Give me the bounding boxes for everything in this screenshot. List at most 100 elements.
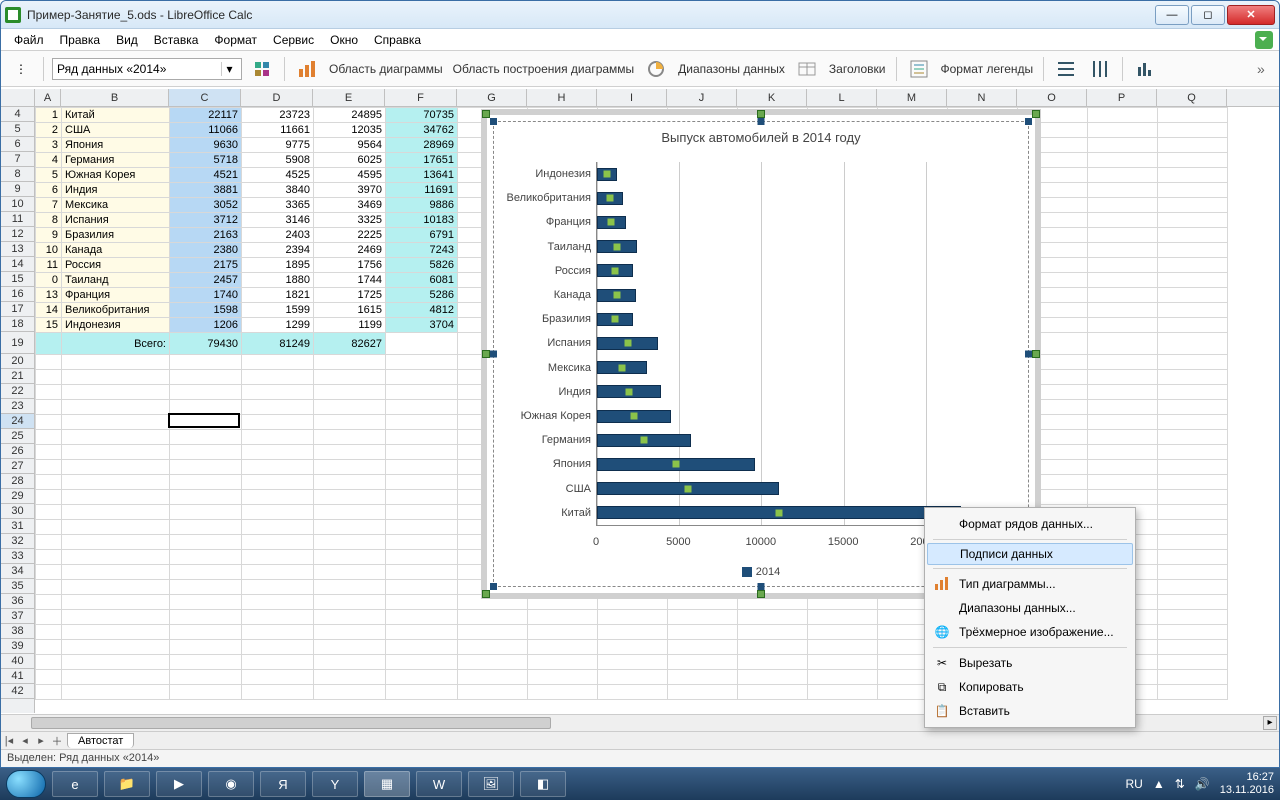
axis-scale-icon[interactable]: [1131, 55, 1159, 83]
column-header-B[interactable]: B: [61, 89, 169, 106]
row-header-38[interactable]: 38: [1, 624, 34, 639]
chart-bar[interactable]: [597, 434, 691, 447]
column-header-K[interactable]: K: [737, 89, 807, 106]
taskbar-app-explorer[interactable]: 📁: [104, 771, 150, 797]
row-header-22[interactable]: 22: [1, 384, 34, 399]
row-header-9[interactable]: 9: [1, 182, 34, 197]
titles-button[interactable]: Заголовки: [827, 62, 888, 76]
row-header-20[interactable]: 20: [1, 354, 34, 369]
taskbar-app-chrome[interactable]: ◉: [208, 771, 254, 797]
ctx-chart-type[interactable]: Тип диаграммы...: [927, 572, 1133, 596]
column-header-G[interactable]: G: [457, 89, 527, 106]
update-icon[interactable]: [1255, 31, 1273, 49]
column-header-J[interactable]: J: [667, 89, 737, 106]
row-headers[interactable]: 4567891011121314151617181920212223242526…: [1, 107, 35, 713]
ctx-format-series[interactable]: Формат рядов данных...: [927, 512, 1133, 536]
menu-help[interactable]: Справка: [367, 31, 428, 49]
chart-bar[interactable]: [597, 337, 658, 350]
column-header-M[interactable]: M: [877, 89, 947, 106]
row-header-30[interactable]: 30: [1, 504, 34, 519]
system-tray[interactable]: RU ▲ ⇅ 🔊 16:27 13.11.2016: [1126, 771, 1275, 797]
row-header-10[interactable]: 10: [1, 197, 34, 212]
tray-lang[interactable]: RU: [1126, 777, 1143, 791]
row-header-7[interactable]: 7: [1, 152, 34, 167]
taskbar-app-media[interactable]: ▶: [156, 771, 202, 797]
chart-bar[interactable]: [597, 385, 661, 398]
row-header-29[interactable]: 29: [1, 489, 34, 504]
row-header-6[interactable]: 6: [1, 137, 34, 152]
row-header-14[interactable]: 14: [1, 257, 34, 272]
taskbar-app-browser[interactable]: Y: [312, 771, 358, 797]
chart-bar[interactable]: [597, 168, 617, 181]
chart-bar[interactable]: [597, 240, 637, 253]
taskbar-app-pictures[interactable]: 🖼: [468, 771, 514, 797]
chart-bar[interactable]: [597, 289, 636, 302]
column-header-P[interactable]: P: [1087, 89, 1157, 106]
plot-area-button[interactable]: Область построения диаграммы: [451, 62, 637, 76]
row-header-33[interactable]: 33: [1, 549, 34, 564]
row-header-19[interactable]: 19: [1, 332, 34, 354]
menu-view[interactable]: Вид: [109, 31, 145, 49]
toolbar-overflow-icon[interactable]: »: [1257, 61, 1273, 77]
start-button[interactable]: [6, 770, 46, 798]
chart-title[interactable]: Выпуск автомобилей в 2014 году: [494, 122, 1028, 149]
chart-bar[interactable]: [597, 313, 633, 326]
chart-bar[interactable]: [597, 506, 961, 519]
chart-bar[interactable]: [597, 361, 647, 374]
row-header-16[interactable]: 16: [1, 287, 34, 302]
column-header-C[interactable]: C: [169, 89, 241, 106]
column-header-O[interactable]: O: [1017, 89, 1087, 106]
ctx-data-ranges[interactable]: Диапазоны данных...: [927, 596, 1133, 620]
chart-bars[interactable]: ИндонезияВеликобританияФранцияТаиландРос…: [596, 162, 1008, 526]
sheet-tab-1[interactable]: Автостат: [67, 733, 134, 748]
row-header-15[interactable]: 15: [1, 272, 34, 287]
chart-bar[interactable]: [597, 410, 671, 423]
column-headers[interactable]: ABCDEFGHIJKLMNOPQ: [1, 89, 1279, 107]
select-all-corner[interactable]: [1, 89, 35, 106]
chart-bar[interactable]: [597, 192, 623, 205]
chart-type-icon[interactable]: [293, 55, 321, 83]
column-header-N[interactable]: N: [947, 89, 1017, 106]
column-header-L[interactable]: L: [807, 89, 877, 106]
ctx-paste[interactable]: 📋Вставить: [927, 699, 1133, 723]
window-close-button[interactable]: ✕: [1227, 5, 1275, 25]
row-header-25[interactable]: 25: [1, 429, 34, 444]
row-header-21[interactable]: 21: [1, 369, 34, 384]
format-selection-icon[interactable]: [248, 55, 276, 83]
chart-bar[interactable]: [597, 264, 633, 277]
toolbar-handle-icon[interactable]: ⋮: [7, 55, 35, 83]
column-header-A[interactable]: A: [35, 89, 61, 106]
row-header-36[interactable]: 36: [1, 594, 34, 609]
legend-toggle-icon[interactable]: [905, 55, 933, 83]
tab-nav-prev[interactable]: ◂: [17, 734, 33, 747]
taskbar-app-red[interactable]: ◧: [520, 771, 566, 797]
row-header-40[interactable]: 40: [1, 654, 34, 669]
row-header-34[interactable]: 34: [1, 564, 34, 579]
row-header-4[interactable]: 4: [1, 107, 34, 122]
row-header-11[interactable]: 11: [1, 212, 34, 227]
menu-window[interactable]: Окно: [323, 31, 365, 49]
grid-v-icon[interactable]: [1086, 55, 1114, 83]
taskbar-app-ie[interactable]: e: [52, 771, 98, 797]
tray-flag-icon[interactable]: ▲: [1153, 777, 1165, 791]
grid-h-icon[interactable]: [1052, 55, 1080, 83]
chart-bar[interactable]: [597, 216, 626, 229]
column-header-E[interactable]: E: [313, 89, 385, 106]
taskbar-app-yandex[interactable]: Я: [260, 771, 306, 797]
chevron-down-icon[interactable]: ▾: [221, 62, 237, 76]
row-header-37[interactable]: 37: [1, 609, 34, 624]
column-header-D[interactable]: D: [241, 89, 313, 106]
menu-tools[interactable]: Сервис: [266, 31, 321, 49]
taskbar-app-word[interactable]: W: [416, 771, 462, 797]
column-header-Q[interactable]: Q: [1157, 89, 1227, 106]
chart-area-button[interactable]: Область диаграммы: [327, 62, 445, 76]
menu-format[interactable]: Формат: [207, 31, 264, 49]
chart-wall-icon[interactable]: [642, 55, 670, 83]
ctx-cut[interactable]: ✂Вырезать: [927, 651, 1133, 675]
column-header-F[interactable]: F: [385, 89, 457, 106]
chart-bar[interactable]: [597, 458, 755, 471]
row-header-42[interactable]: 42: [1, 684, 34, 699]
chart-bar[interactable]: [597, 482, 779, 495]
row-header-12[interactable]: 12: [1, 227, 34, 242]
row-header-39[interactable]: 39: [1, 639, 34, 654]
